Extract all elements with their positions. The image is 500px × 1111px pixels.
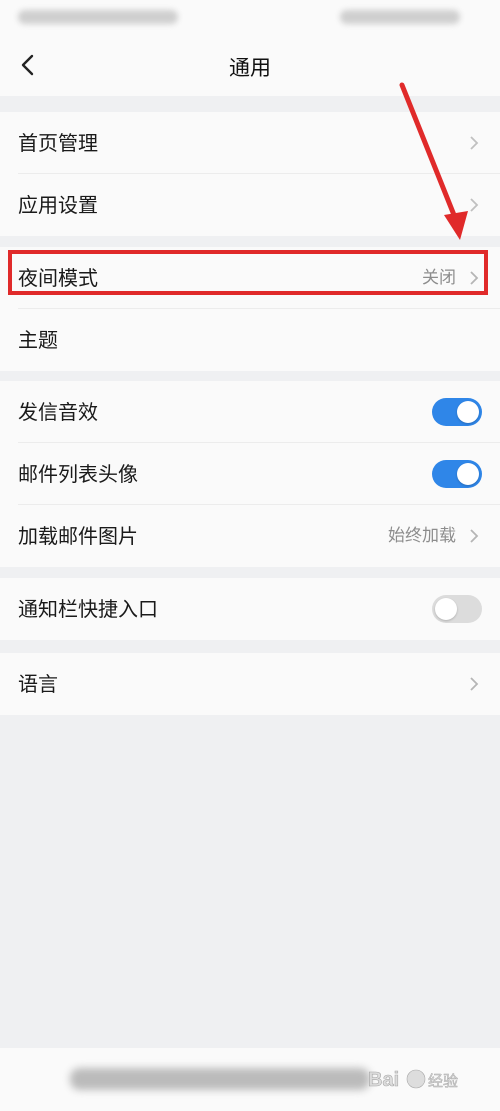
nav-bar: 通用	[0, 36, 500, 96]
notification-shortcut-toggle[interactable]	[432, 595, 482, 623]
row-notification-shortcut: 通知栏快捷入口	[0, 578, 500, 640]
bottom-bar: Bai 经验	[0, 1048, 500, 1111]
settings-group-1: 首页管理 应用设置	[0, 112, 500, 236]
settings-group-2: 夜间模式 关闭 主题	[0, 247, 500, 371]
svg-text:经验: 经验	[428, 1072, 458, 1090]
bottom-bar-blur-text	[70, 1068, 370, 1090]
row-home-management[interactable]: 首页管理	[0, 112, 500, 174]
chevron-right-icon	[470, 198, 479, 212]
row-label: 发信音效	[18, 400, 98, 424]
send-sound-toggle[interactable]	[432, 398, 482, 426]
row-night-mode[interactable]: 夜间模式 关闭	[0, 247, 500, 309]
row-label: 应用设置	[18, 193, 98, 217]
toggle-knob	[457, 463, 479, 485]
svg-text:Bai: Bai	[368, 1069, 399, 1091]
row-value: 关闭	[422, 268, 456, 288]
settings-group-3: 发信音效 邮件列表头像 加载邮件图片 始终加载	[0, 381, 500, 567]
toggle-knob	[435, 598, 457, 620]
status-bar	[0, 0, 500, 36]
chevron-right-icon	[470, 677, 479, 691]
row-label: 主题	[18, 328, 58, 352]
page-title: 通用	[229, 56, 271, 80]
row-app-settings[interactable]: 应用设置	[0, 174, 500, 236]
row-theme[interactable]: 主题	[0, 309, 500, 371]
chevron-right-icon	[470, 136, 479, 150]
row-label: 通知栏快捷入口	[18, 597, 158, 621]
row-load-mail-images[interactable]: 加载邮件图片 始终加载	[0, 505, 500, 567]
settings-group-4: 通知栏快捷入口	[0, 578, 500, 640]
row-label: 邮件列表头像	[18, 462, 138, 486]
settings-group-5: 语言	[0, 653, 500, 715]
row-send-sound: 发信音效	[0, 381, 500, 443]
baidu-watermark-logo: Bai 经验	[368, 1069, 459, 1092]
status-bar-time-blur	[340, 10, 460, 24]
mail-list-avatar-toggle[interactable]	[432, 460, 482, 488]
row-label: 语言	[18, 672, 58, 696]
status-bar-carrier-blur	[18, 10, 178, 24]
chevron-right-icon	[470, 271, 479, 285]
row-language[interactable]: 语言	[0, 653, 500, 715]
row-label: 夜间模式	[18, 266, 98, 290]
toggle-knob	[457, 401, 479, 423]
row-mail-list-avatar: 邮件列表头像	[0, 443, 500, 505]
chevron-right-icon	[470, 529, 479, 543]
row-label: 首页管理	[18, 131, 98, 155]
row-value: 始终加载	[388, 526, 456, 546]
row-label: 加载邮件图片	[18, 524, 138, 548]
